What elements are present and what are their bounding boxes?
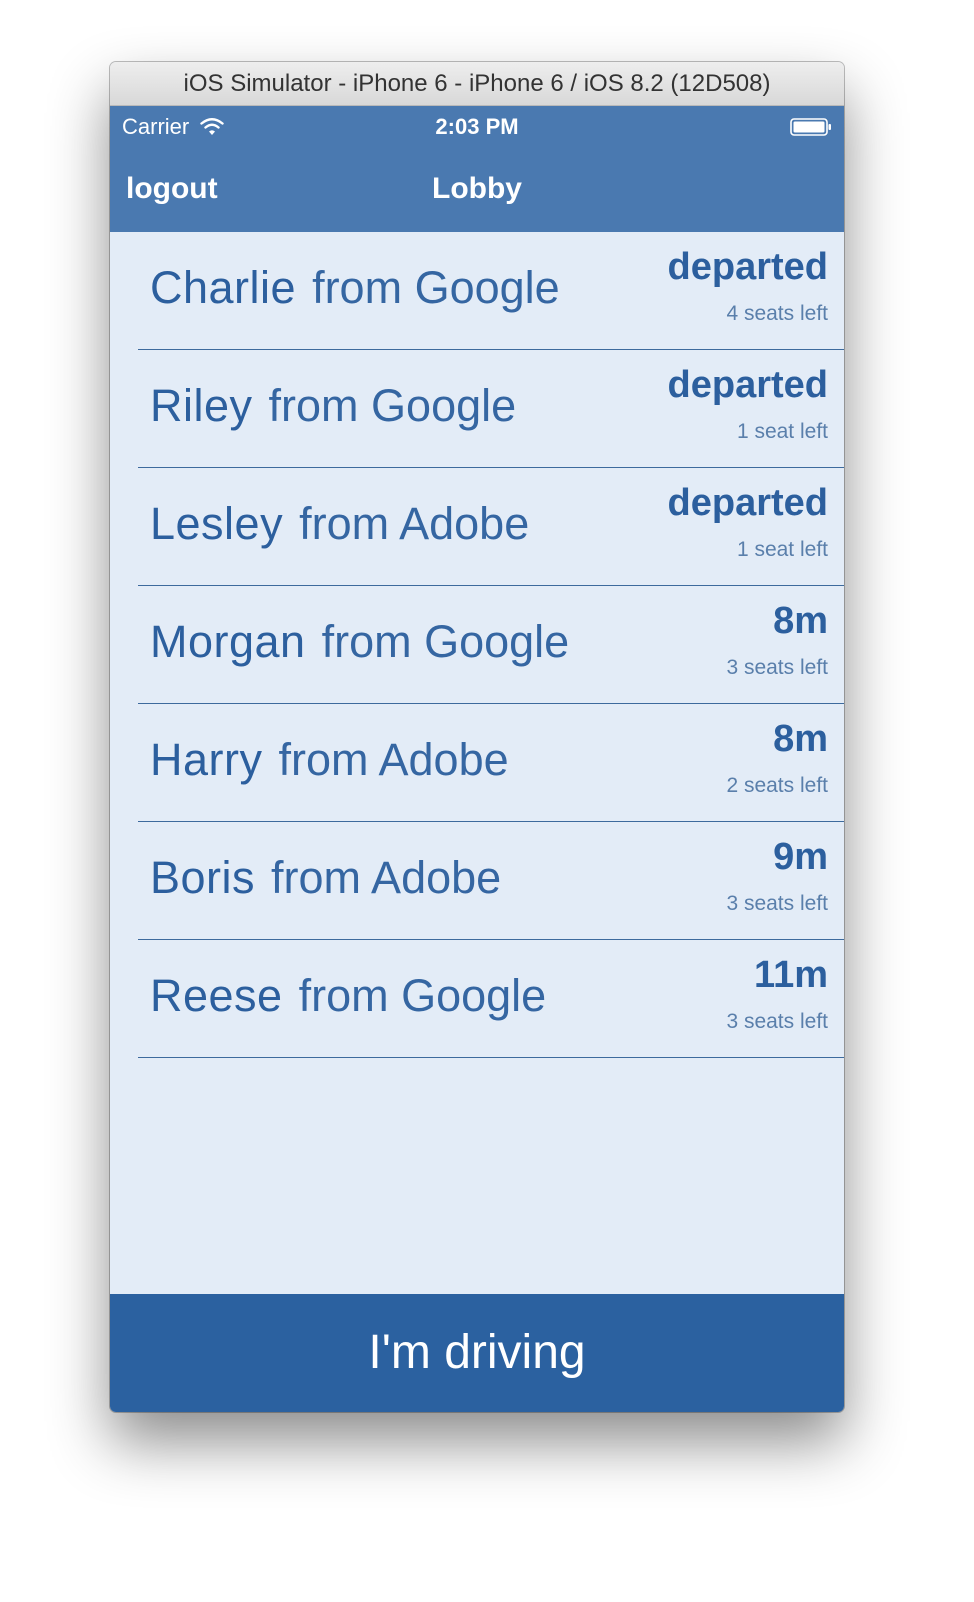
seats-left: 2 seats left (726, 774, 828, 797)
battery-full-icon (790, 118, 831, 136)
ride-row[interactable]: Charlie from Google departed 4 seats left (138, 232, 844, 350)
rider-name: Boris (150, 852, 256, 903)
ride-status: 8m (773, 718, 828, 760)
rider-company: from Google (312, 262, 560, 313)
rider-info: Morgan from Google (150, 616, 569, 668)
simulator-window: iOS Simulator - iPhone 6 - iPhone 6 / iO… (110, 62, 844, 1412)
seats-left: 1 seat left (736, 420, 828, 443)
ride-row[interactable]: Morgan from Google 8m 3 seats left (138, 586, 844, 704)
clock: 2:03 PM (435, 114, 519, 139)
rider-name: Charlie (150, 262, 297, 313)
rider-company: from Adobe (271, 852, 502, 903)
ride-row[interactable]: Boris from Adobe 9m 3 seats left (138, 822, 844, 940)
seats-left: 1 seat left (736, 538, 828, 561)
rider-name: Riley (150, 380, 253, 431)
rider-info: Riley from Google (150, 380, 516, 432)
status-bar: Carrier 2:03 PM (110, 106, 844, 148)
rider-company: from Google (268, 380, 517, 431)
seats-left: 3 seats left (726, 892, 828, 915)
page-title: Lobby (432, 172, 522, 205)
rider-info: Boris from Adobe (150, 852, 501, 904)
ride-status: departed (667, 364, 828, 406)
ride-list: Charlie from Google departed 4 seats left… (110, 232, 844, 1058)
im-driving-button[interactable]: I'm driving (110, 1294, 844, 1412)
rider-info: Harry from Adobe (150, 734, 509, 786)
rider-company: from Adobe (299, 498, 530, 549)
ride-status: 9m (773, 836, 828, 878)
rider-info: Lesley from Adobe (150, 498, 529, 550)
rider-name: Reese (150, 970, 283, 1021)
rider-company: from Google (298, 970, 547, 1021)
ride-status: 8m (773, 600, 828, 642)
seats-left: 3 seats left (726, 1010, 828, 1033)
seats-left: 4 seats left (726, 302, 828, 325)
ride-row[interactable]: Reese from Google 11m 3 seats left (138, 940, 844, 1058)
rider-name: Harry (150, 734, 263, 785)
rider-info: Reese from Google (150, 970, 546, 1022)
ride-status: departed (667, 246, 828, 288)
rider-info: Charlie from Google (150, 262, 560, 314)
window-title: iOS Simulator - iPhone 6 - iPhone 6 / iO… (110, 62, 844, 106)
navigation-bar: logout Lobby (110, 148, 844, 232)
rider-company: from Google (321, 616, 570, 667)
ride-status: 11m (754, 954, 828, 996)
ride-row[interactable]: Riley from Google departed 1 seat left (138, 350, 844, 468)
ride-status: departed (667, 482, 828, 524)
ride-row[interactable]: Lesley from Adobe departed 1 seat left (138, 468, 844, 586)
seats-left: 3 seats left (726, 656, 828, 679)
rider-name: Lesley (150, 498, 284, 549)
rider-name: Morgan (150, 616, 306, 667)
rider-company: from Adobe (278, 734, 509, 785)
ride-row[interactable]: Harry from Adobe 8m 2 seats left (138, 704, 844, 822)
